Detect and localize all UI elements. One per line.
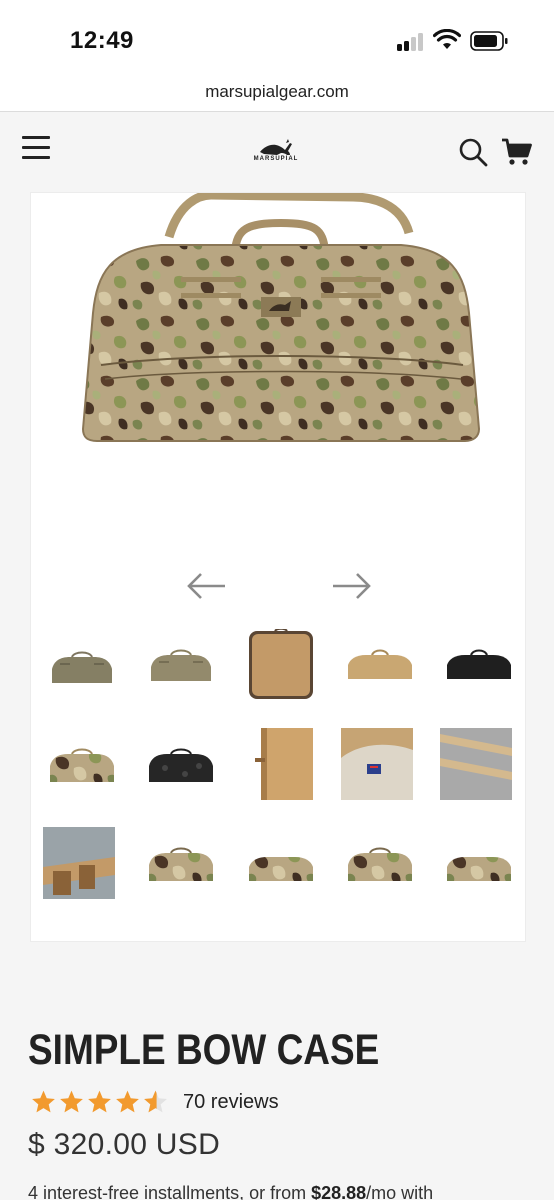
star-icon — [32, 1090, 55, 1113]
kangaroo-logo-icon — [260, 139, 292, 155]
thumbnail-buckle-detail[interactable] — [43, 827, 115, 899]
thumbnail-open-coyote-case[interactable] — [245, 629, 317, 701]
search-icon[interactable] — [458, 137, 488, 167]
arrow-left-icon[interactable] — [185, 571, 227, 601]
thumbnail-black-multicam-case[interactable] — [145, 728, 217, 800]
logo[interactable]: MARSUPIAL — [250, 138, 302, 168]
url-text[interactable]: marsupialgear.com — [205, 82, 349, 101]
thumbnail-ranger-green-case[interactable] — [46, 629, 118, 701]
star-icon — [60, 1090, 83, 1113]
thumbnail-coyote-case[interactable] — [344, 629, 416, 701]
installments-amount: $28.88 — [311, 1183, 367, 1200]
thumbnail-camo-case-1[interactable] — [145, 827, 217, 899]
rating-stars — [30, 1089, 169, 1115]
status-time: 12:49 — [70, 27, 134, 54]
star-icon — [88, 1090, 111, 1113]
installments-text: 4 interest-free installments, or from $2… — [28, 1183, 433, 1200]
installments-suffix: /mo with — [366, 1183, 434, 1200]
cart-icon[interactable] — [501, 137, 533, 167]
main-product-image[interactable] — [71, 193, 487, 445]
product-price: $ 320.00 USD — [28, 1128, 221, 1161]
cellular-signal-icon — [397, 33, 425, 51]
menu-button[interactable] — [22, 134, 52, 162]
site-header: MARSUPIAL — [0, 112, 554, 194]
thumbnail-flag-patch-detail[interactable] — [341, 728, 413, 800]
wifi-icon — [433, 29, 461, 49]
arrow-right-icon[interactable] — [331, 571, 373, 601]
battery-icon — [470, 31, 508, 51]
logo-text: MARSUPIAL — [253, 156, 299, 162]
thumbnail-multicam-case[interactable] — [46, 728, 118, 800]
star-icon — [116, 1090, 139, 1113]
thumbnail-olive-case[interactable] — [145, 629, 217, 701]
product-title: SIMPLE BOW CASE — [28, 1026, 380, 1074]
status-bar: 12:49 — [0, 0, 554, 78]
product-rating[interactable]: 70 reviews — [30, 1088, 279, 1116]
product-gallery — [30, 192, 526, 942]
thumbnail-camo-case-3[interactable] — [344, 827, 416, 899]
thumbnail-black-case[interactable] — [443, 629, 515, 701]
url-bar[interactable]: marsupialgear.com — [0, 78, 554, 112]
thumbnail-camo-case-4[interactable] — [443, 827, 515, 899]
star-half-icon — [144, 1090, 167, 1113]
thumbnail-camo-case-2[interactable] — [245, 827, 317, 899]
reviews-link[interactable]: 70 reviews — [183, 1091, 279, 1114]
thumbnail-strap-detail[interactable] — [440, 728, 512, 800]
thumbnail-interior-panel-detail[interactable] — [253, 728, 325, 800]
installments-prefix: 4 interest-free installments, or from — [28, 1183, 312, 1200]
